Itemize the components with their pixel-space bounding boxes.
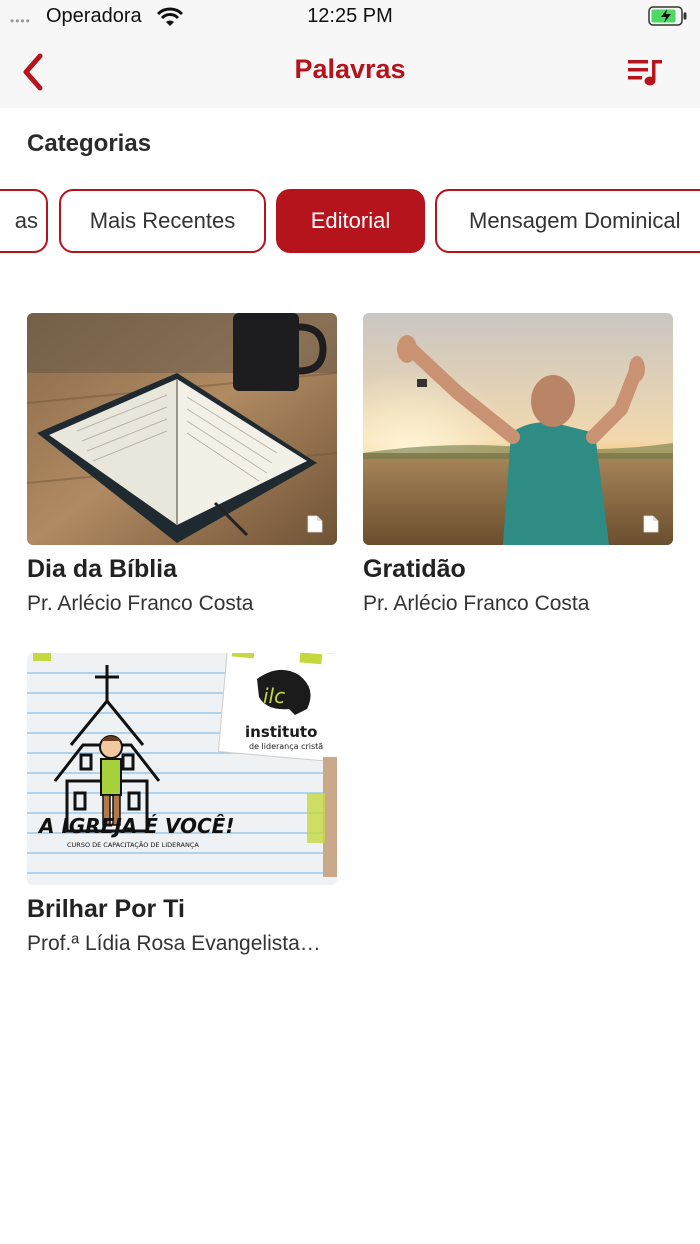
- content-card[interactable]: Dia da Bíblia Pr. Arlécio Franco Costa: [27, 313, 337, 616]
- card-title: Dia da Bíblia: [27, 555, 178, 583]
- headline-text: A IGREJA É VOCÊ!: [37, 814, 234, 838]
- category-chip[interactable]: Mais Recentes: [59, 189, 266, 253]
- card-author: Prof.ª Lídia Rosa Evangelista…: [27, 932, 321, 955]
- logo-text: ilc: [263, 684, 285, 708]
- nav-bar: Palavras: [0, 34, 700, 108]
- card-title: Gratidão: [363, 555, 466, 583]
- battery-charging-icon: [648, 6, 687, 26]
- card-author: Pr. Arlécio Franco Costa: [27, 592, 254, 615]
- card-image-church[interactable]: ilc instituto de liderança cristã A IGRE…: [27, 653, 337, 885]
- category-chip[interactable]: as: [0, 189, 48, 253]
- category-chip[interactable]: Mensagem Dominical: [435, 189, 700, 253]
- document-icon: [307, 515, 323, 533]
- subline-text: CURSO DE CAPACITAÇÃO DE LIDERANÇA: [67, 840, 199, 849]
- brand-text: instituto: [245, 723, 317, 741]
- category-chip-list[interactable]: as Mais Recentes Editorial Mensagem Domi…: [0, 189, 700, 257]
- card-author: Pr. Arlécio Franco Costa: [363, 592, 590, 615]
- brand-subtext: de liderança cristã: [249, 742, 323, 751]
- content-card[interactable]: Gratidão Pr. Arlécio Franco Costa: [363, 313, 673, 616]
- content-card[interactable]: ilc instituto de liderança cristã A IGRE…: [27, 653, 337, 956]
- card-image-bible[interactable]: [27, 313, 337, 545]
- category-chip-active[interactable]: Editorial: [276, 189, 425, 253]
- page-title: Palavras: [294, 54, 406, 84]
- card-title: Brilhar Por Ti: [27, 895, 185, 923]
- status-bar: •••• Operadora 12:25 PM: [0, 0, 700, 34]
- status-time: 12:25 PM: [307, 5, 393, 27]
- categories-heading: Categorias: [27, 130, 152, 157]
- playlist-button[interactable]: [628, 56, 666, 88]
- card-image-gratitude[interactable]: [363, 313, 673, 545]
- document-icon: [643, 515, 659, 533]
